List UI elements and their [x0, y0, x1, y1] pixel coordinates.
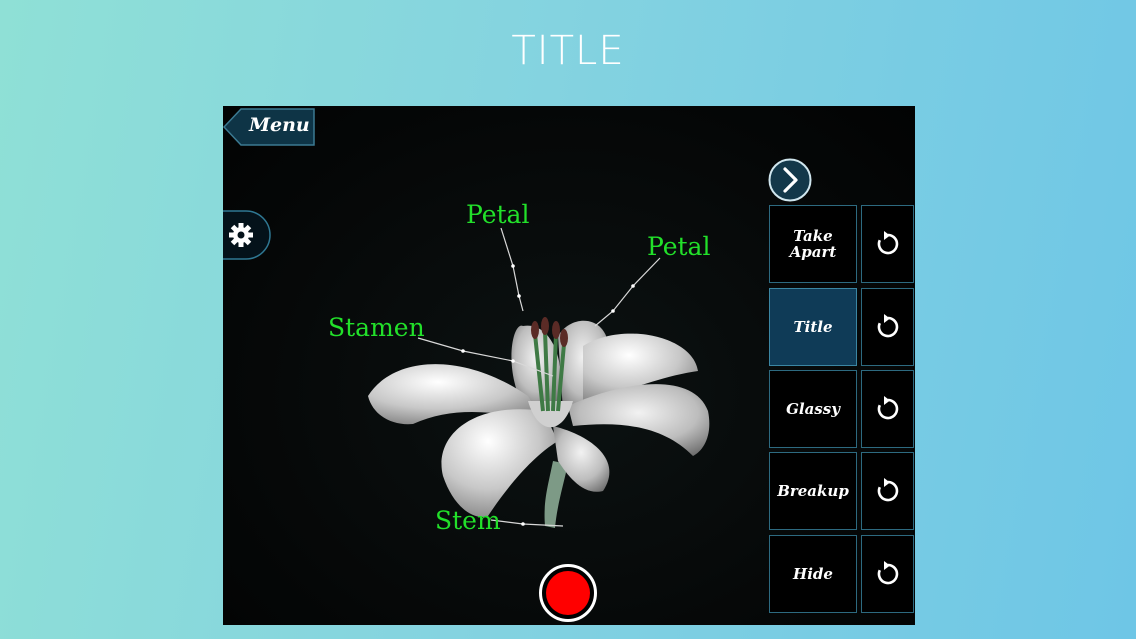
take-apart-button[interactable]: Take Apart	[769, 205, 857, 283]
title-button[interactable]: Title	[769, 288, 857, 366]
hide-reset-button[interactable]	[861, 535, 914, 613]
reset-icon	[877, 396, 898, 420]
label-stem: Stem	[435, 506, 501, 535]
next-button[interactable]	[768, 158, 812, 202]
action-row-breakup: Breakup	[769, 452, 915, 530]
menu-label: Menu	[249, 114, 310, 136]
action-row-glassy: Glassy	[769, 370, 915, 448]
label-stamen: Stamen	[328, 313, 425, 342]
label-petal-right: Petal	[647, 232, 711, 261]
glassy-reset-button[interactable]	[861, 370, 914, 448]
record-icon	[539, 564, 597, 622]
glassy-button[interactable]: Glassy	[769, 370, 857, 448]
app-screen[interactable]: Petal Petal Stamen Stem Menu Take Apart …	[223, 106, 915, 625]
reset-icon	[877, 231, 898, 255]
page-title: TITLE	[511, 28, 625, 74]
take-apart-reset-button[interactable]	[861, 205, 914, 283]
hide-button[interactable]: Hide	[769, 535, 857, 613]
label-petal-top: Petal	[466, 200, 530, 229]
settings-button[interactable]	[223, 210, 271, 260]
chevron-right-icon	[768, 158, 812, 202]
action-panel: Take Apart Title Glassy Breakup Hide	[769, 205, 915, 625]
menu-button[interactable]: Menu	[223, 108, 315, 146]
reset-icon	[877, 314, 898, 338]
record-button[interactable]	[539, 564, 597, 622]
action-row-hide: Hide	[769, 535, 915, 613]
breakup-button[interactable]: Breakup	[769, 452, 857, 530]
reset-icon	[877, 561, 898, 585]
action-row-take-apart: Take Apart	[769, 205, 915, 283]
action-row-title: Title	[769, 288, 915, 366]
breakup-reset-button[interactable]	[861, 452, 914, 530]
title-reset-button[interactable]	[861, 288, 914, 366]
gear-icon	[223, 210, 271, 260]
reset-icon	[877, 478, 898, 502]
